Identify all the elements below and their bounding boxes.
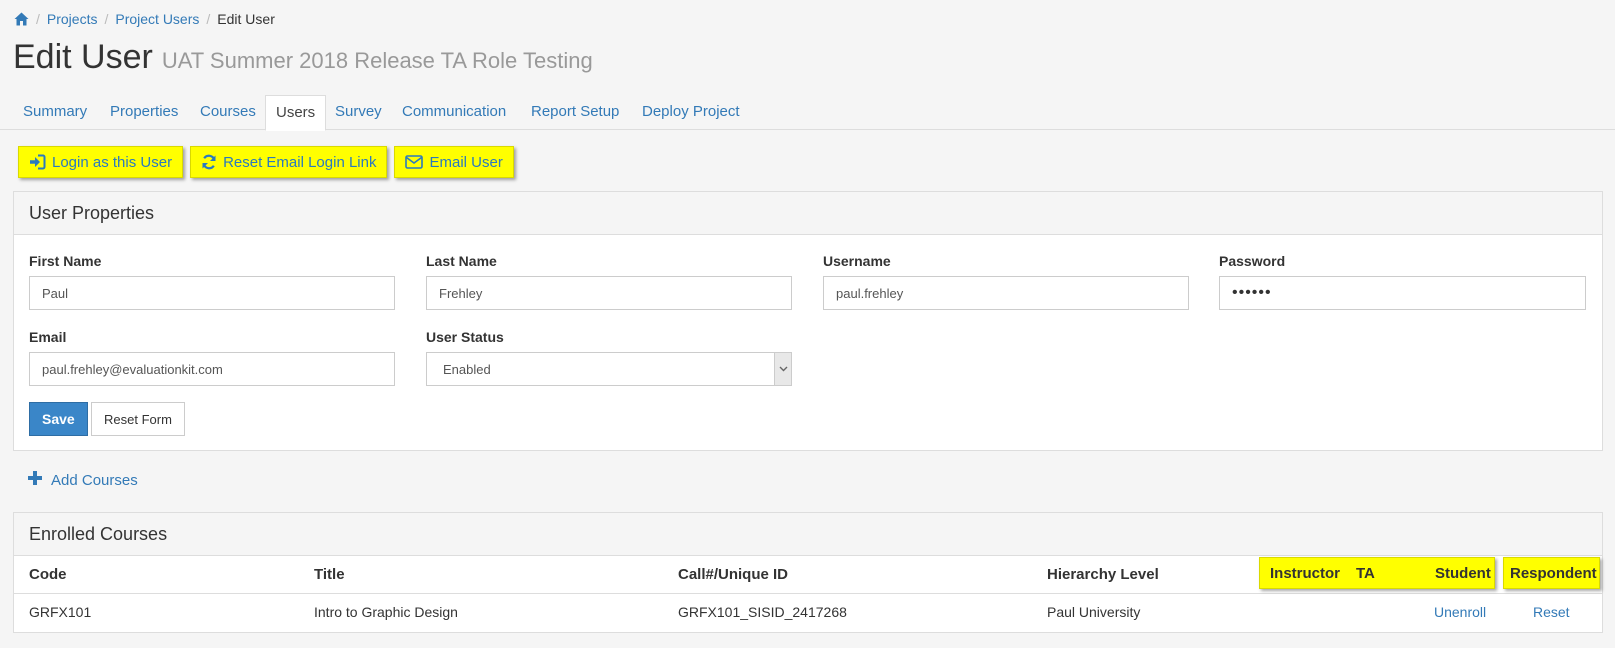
column-respondent: Respondent bbox=[1510, 565, 1597, 582]
column-instructor: Instructor bbox=[1270, 565, 1341, 582]
breadcrumb-project-users[interactable]: Project Users bbox=[115, 11, 199, 27]
email-user-label: Email User bbox=[429, 153, 503, 171]
user-status-select[interactable]: Enabled bbox=[426, 352, 792, 386]
add-courses-link[interactable]: Add Courses bbox=[28, 471, 138, 489]
tab-bar: Summary Properties Courses Users Survey … bbox=[0, 95, 1615, 131]
column-title: Title bbox=[314, 566, 345, 583]
table-divider bbox=[14, 593, 1602, 594]
tab-courses[interactable]: Courses bbox=[190, 95, 266, 130]
tab-communication[interactable]: Communication bbox=[392, 95, 516, 130]
course-code: GRFX101 bbox=[29, 604, 92, 620]
breadcrumb-separator: / bbox=[206, 11, 211, 27]
last-name-field[interactable]: Frehley bbox=[426, 276, 792, 310]
password-field[interactable]: •••••• bbox=[1219, 276, 1586, 310]
column-hierarchy-level: Hierarchy Level bbox=[1047, 566, 1159, 583]
column-ta: TA bbox=[1356, 565, 1375, 582]
unenroll-link[interactable]: Unenroll bbox=[1434, 604, 1486, 620]
user-status-value: Enabled bbox=[443, 361, 491, 377]
respondent-column-highlight: Respondent bbox=[1503, 557, 1600, 589]
last-name-label: Last Name bbox=[426, 253, 497, 269]
reset-form-button[interactable]: Reset Form bbox=[91, 402, 185, 436]
envelope-icon bbox=[405, 155, 424, 169]
refresh-icon bbox=[201, 154, 217, 170]
home-icon[interactable] bbox=[14, 12, 29, 26]
login-as-user-label: Login as this User bbox=[52, 153, 173, 171]
course-title: Intro to Graphic Design bbox=[314, 604, 458, 620]
username-field[interactable]: paul.frehley bbox=[823, 276, 1189, 310]
add-courses-label: Add Courses bbox=[51, 471, 138, 489]
tab-deploy-project[interactable]: Deploy Project bbox=[632, 95, 750, 130]
first-name-field[interactable]: Paul bbox=[29, 276, 395, 310]
page-title: Edit User bbox=[13, 38, 153, 76]
username-label: Username bbox=[823, 253, 891, 269]
save-button[interactable]: Save bbox=[29, 402, 88, 436]
user-actions: Login as this User Reset Email Login Lin… bbox=[18, 146, 514, 178]
column-student: Student bbox=[1435, 565, 1491, 582]
login-as-user-button[interactable]: Login as this User bbox=[18, 146, 184, 178]
user-properties-heading: User Properties bbox=[14, 192, 1602, 235]
reset-respondent-link[interactable]: Reset bbox=[1533, 604, 1570, 620]
plus-icon bbox=[28, 471, 42, 489]
page-subtitle: UAT Summer 2018 Release TA Role Testing bbox=[161, 48, 593, 73]
breadcrumb-separator: / bbox=[104, 11, 109, 27]
first-name-label: First Name bbox=[29, 253, 102, 269]
tab-properties[interactable]: Properties bbox=[100, 95, 188, 130]
page-header: Edit User UAT Summer 2018 Release TA Rol… bbox=[13, 38, 593, 77]
breadcrumb-current: Edit User bbox=[217, 11, 275, 27]
user-properties-panel: User Properties bbox=[13, 191, 1603, 451]
column-code: Code bbox=[29, 566, 67, 583]
tab-report-setup[interactable]: Report Setup bbox=[521, 95, 629, 130]
breadcrumb-separator: / bbox=[36, 11, 40, 27]
password-label: Password bbox=[1219, 253, 1286, 269]
reset-email-login-link-label: Reset Email Login Link bbox=[223, 153, 377, 171]
enrolled-courses-heading: Enrolled Courses bbox=[14, 513, 1602, 556]
email-user-button[interactable]: Email User bbox=[394, 146, 514, 178]
user-status-label: User Status bbox=[426, 329, 504, 345]
email-field[interactable]: paul.frehley@evaluationkit.com bbox=[29, 352, 395, 386]
email-label: Email bbox=[29, 329, 67, 345]
tab-summary[interactable]: Summary bbox=[13, 95, 97, 130]
breadcrumb: / Projects / Project Users / Edit User bbox=[14, 9, 275, 29]
tab-users[interactable]: Users bbox=[265, 95, 327, 131]
column-call-id: Call#/Unique ID bbox=[678, 566, 789, 583]
breadcrumb-projects[interactable]: Projects bbox=[47, 11, 98, 27]
course-call-id: GRFX101_SISID_2417268 bbox=[678, 604, 847, 620]
sign-in-icon bbox=[29, 154, 46, 170]
chevron-down-icon bbox=[774, 353, 791, 385]
tab-survey[interactable]: Survey bbox=[325, 95, 392, 130]
role-columns-highlight: Instructor TA Student bbox=[1259, 557, 1495, 589]
reset-email-login-link-button[interactable]: Reset Email Login Link bbox=[190, 146, 388, 178]
course-hierarchy-level: Paul University bbox=[1047, 604, 1141, 620]
